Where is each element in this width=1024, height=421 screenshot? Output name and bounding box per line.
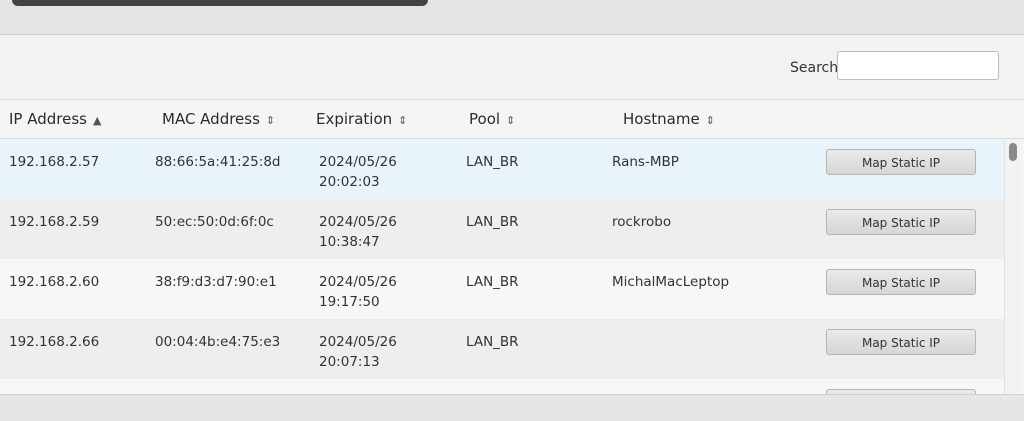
- cell-expiration-date: 2024/05/26: [319, 214, 397, 230]
- bottom-strip: [0, 394, 1024, 421]
- cell-expiration: 2024/05/26 19:17:50: [319, 272, 397, 312]
- column-header-pool[interactable]: Pool ⇕: [469, 110, 515, 128]
- top-toolbar-edge: [12, 0, 428, 6]
- map-static-ip-button[interactable]: Map Static IP: [826, 149, 976, 175]
- cell-expiration: 2024/05/26 10:38:47: [319, 212, 397, 252]
- cell-ip: 192.168.2.60: [9, 274, 100, 290]
- leases-table-body: 192.168.2.57 88:66:5a:41:25:8d 2024/05/2…: [0, 139, 1004, 395]
- column-header-label: IP Address: [9, 110, 87, 128]
- cell-pool: LAN_BR: [466, 154, 519, 170]
- map-static-ip-button[interactable]: Map Static IP: [826, 329, 976, 355]
- cell-mac: 50:ec:50:0d:6f:0c: [155, 214, 274, 230]
- search-label: Search: [790, 60, 839, 76]
- cell-hostname: Rans-MBP: [612, 154, 679, 170]
- cell-hostname: rockrobo: [612, 214, 672, 230]
- cell-mac: 38:f9:d3:d7:90:e1: [155, 274, 277, 290]
- cell-expiration-date: 2024/05/26: [319, 274, 397, 290]
- top-strip: [0, 0, 1024, 34]
- sort-up-down-icon: ⇕: [265, 114, 276, 127]
- column-header-mac-address[interactable]: MAC Address ⇕: [162, 110, 275, 128]
- table-row[interactable]: [0, 379, 1004, 395]
- cell-expiration: 2024/05/26 20:07:13: [319, 332, 397, 372]
- cell-expiration-time: 19:17:50: [319, 294, 380, 310]
- table-row[interactable]: 192.168.2.57 88:66:5a:41:25:8d 2024/05/2…: [0, 139, 1004, 199]
- cell-expiration-date: 2024/05/26: [319, 154, 397, 170]
- map-static-ip-button[interactable]: Map Static IP: [826, 209, 976, 235]
- table-scrollbar[interactable]: [1004, 139, 1021, 395]
- cell-expiration: 2024/05/26 20:02:03: [319, 152, 397, 192]
- table-row[interactable]: 192.168.2.60 38:f9:d3:d7:90:e1 2024/05/2…: [0, 259, 1004, 319]
- sort-up-down-icon: ⇕: [506, 114, 516, 127]
- cell-ip: 192.168.2.57: [9, 154, 100, 170]
- column-header-ip-address[interactable]: IP Address ▲: [9, 110, 101, 128]
- table-row[interactable]: 192.168.2.59 50:ec:50:0d:6f:0c 2024/05/2…: [0, 199, 1004, 259]
- search-row: Search: [0, 35, 1024, 100]
- dhcp-leases-panel: Search IP Address ▲ MAC Address ⇕ Expirati…: [0, 34, 1024, 395]
- cell-pool: LAN_BR: [466, 334, 519, 350]
- sort-ascending-icon: ▲: [92, 114, 102, 127]
- cell-mac: 00:04:4b:e4:75:e3: [155, 334, 281, 350]
- sort-up-down-icon: ⇕: [398, 114, 408, 127]
- column-header-hostname[interactable]: Hostname ⇕: [623, 110, 715, 128]
- table-row[interactable]: 192.168.2.66 00:04:4b:e4:75:e3 2024/05/2…: [0, 319, 1004, 379]
- sort-up-down-icon: ⇕: [705, 114, 715, 127]
- search-input[interactable]: [837, 51, 999, 80]
- cell-expiration-time: 20:02:03: [319, 174, 380, 190]
- table-header: IP Address ▲ MAC Address ⇕ Expiration ⇕ Poo…: [0, 100, 1024, 139]
- scrollbar-thumb[interactable]: [1009, 143, 1017, 161]
- cell-hostname: MichalMacLeptop: [612, 274, 730, 290]
- cell-expiration-time: 20:07:13: [319, 354, 380, 370]
- cell-expiration-time: 10:38:47: [319, 234, 380, 250]
- cell-expiration-date: 2024/05/26: [319, 334, 397, 350]
- cell-pool: LAN_BR: [466, 274, 519, 290]
- cell-mac: 88:66:5a:41:25:8d: [155, 154, 281, 170]
- cell-pool: LAN_BR: [466, 214, 519, 230]
- column-header-label: Pool: [469, 110, 501, 128]
- cell-ip: 192.168.2.59: [9, 214, 100, 230]
- column-header-expiration[interactable]: Expiration ⇕: [316, 110, 407, 128]
- column-header-label: Hostname: [623, 110, 700, 128]
- column-header-label: Expiration: [316, 110, 393, 128]
- cell-ip: 192.168.2.66: [9, 334, 100, 350]
- map-static-ip-button[interactable]: Map Static IP: [826, 269, 976, 295]
- column-header-label: MAC Address: [162, 110, 260, 128]
